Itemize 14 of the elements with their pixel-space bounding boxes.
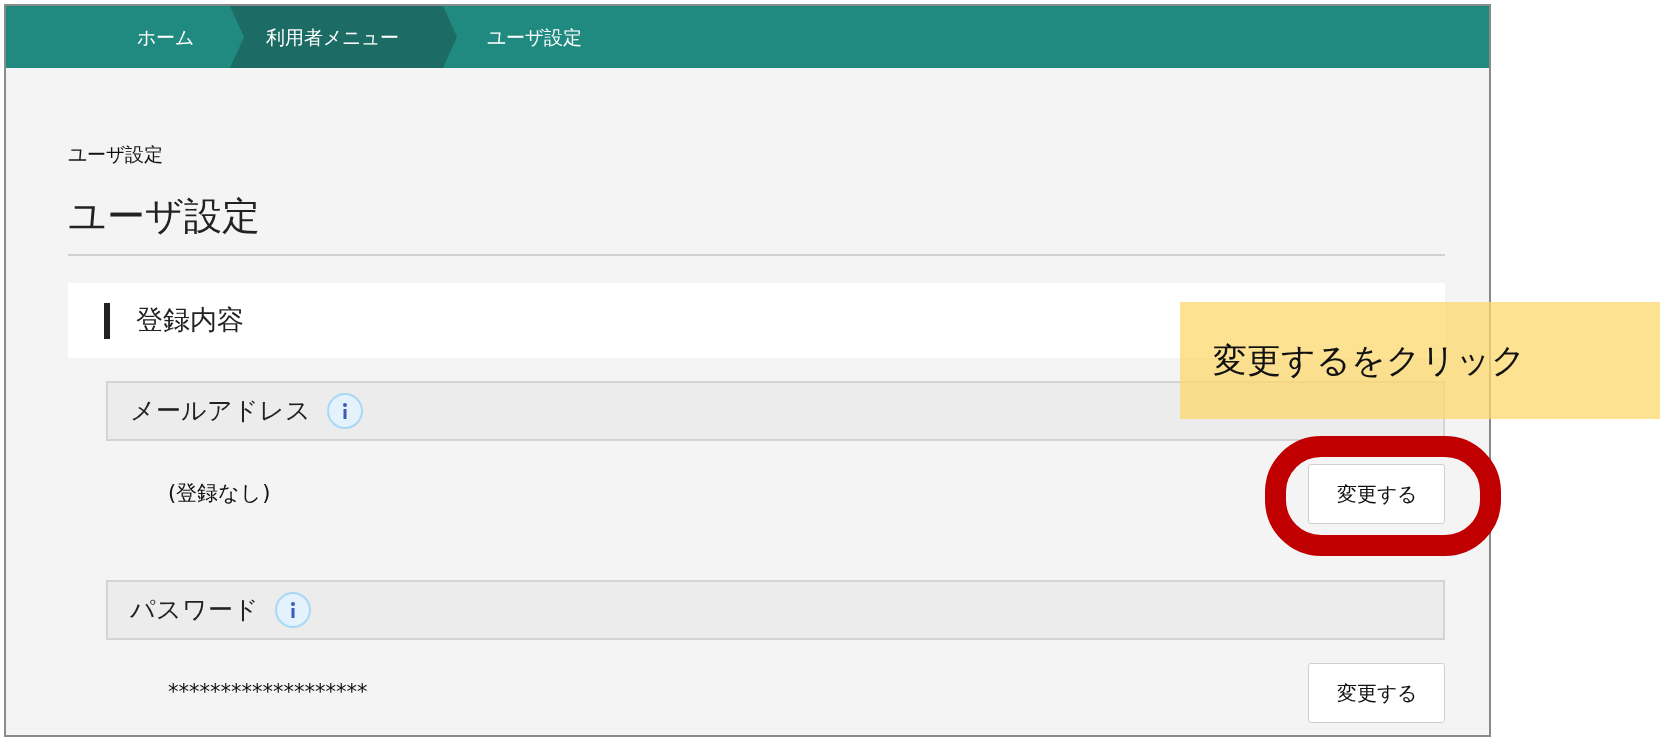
field-label: メールアドレス bbox=[130, 395, 311, 428]
info-icon[interactable] bbox=[275, 592, 311, 628]
field-value: (登録なし) bbox=[168, 480, 271, 508]
page-label: ユーザ設定 bbox=[68, 142, 164, 167]
page-title: ユーザ設定 bbox=[68, 192, 1445, 256]
section-marker bbox=[104, 302, 110, 339]
section-title: 登録内容 bbox=[136, 303, 244, 338]
breadcrumb-link[interactable]: 利用者メニュー bbox=[230, 6, 457, 68]
change-button[interactable]: 変更する bbox=[1308, 663, 1445, 723]
change-button[interactable]: 変更する bbox=[1308, 464, 1445, 524]
callout-tooltip: 変更するをクリック bbox=[1180, 302, 1660, 419]
field-label: パスワード bbox=[130, 594, 259, 627]
info-icon[interactable] bbox=[327, 393, 363, 429]
field-value: ******************* bbox=[168, 679, 368, 707]
